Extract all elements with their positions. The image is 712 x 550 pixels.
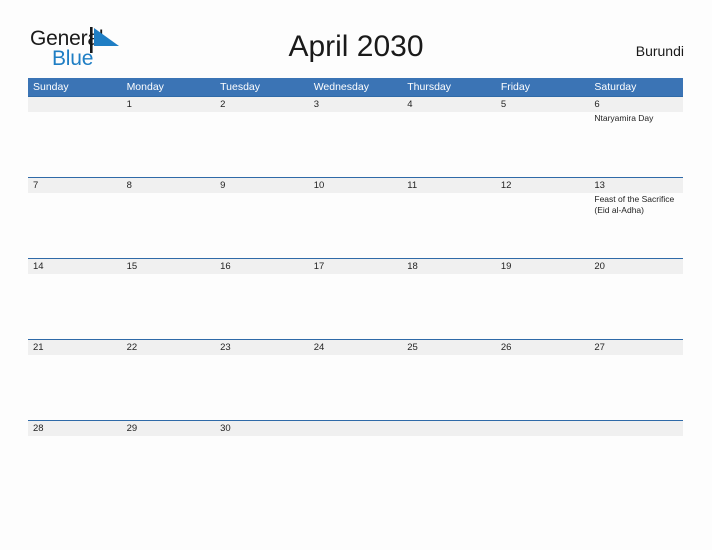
calendar-week-row: 14 15 16 17 18 19 20 <box>28 258 683 339</box>
holiday-event-label: Feast of the Sacrifice (Eid al-Adha) <box>594 194 675 215</box>
day-number: 1 <box>126 99 132 110</box>
day-number: 28 <box>33 423 44 434</box>
day-number <box>407 421 491 436</box>
calendar-day-cell[interactable]: 24 <box>309 340 403 355</box>
calendar-day-cell[interactable]: 27 <box>589 340 683 355</box>
calendar-day-cell[interactable]: 4 <box>402 97 496 124</box>
day-number: 13 <box>594 180 605 191</box>
day-number: 14 <box>33 261 44 272</box>
calendar-day-cell-empty <box>402 421 496 436</box>
calendar-week-row: 28 29 30 <box>28 420 683 501</box>
day-number: 9 <box>220 180 226 191</box>
calendar-day-cell[interactable]: 6 Ntaryamira Day <box>589 97 683 124</box>
calendar-day-cell[interactable]: 21 <box>28 340 122 355</box>
calendar-day-cell[interactable]: 30 <box>215 421 309 436</box>
calendar-day-cell-empty <box>28 97 122 124</box>
calendar-day-cell[interactable]: 19 <box>496 259 590 274</box>
day-number: 18 <box>407 261 418 272</box>
calendar-table: Sunday Monday Tuesday Wednesday Thursday Frid… <box>28 78 683 501</box>
page-title: April 2030 <box>288 30 424 63</box>
calendar-day-cell[interactable]: 7 <box>28 178 122 215</box>
weekday-header-saturday: Saturday <box>594 81 637 93</box>
day-number: 25 <box>407 342 418 353</box>
calendar-week-row: 21 22 23 24 25 26 27 <box>28 339 683 420</box>
day-number: 20 <box>594 261 605 272</box>
day-number: 15 <box>126 261 138 272</box>
day-number: 24 <box>313 342 325 353</box>
day-cell-strip: 7 8 9 10 11 12 13 Feast of the Sacrifice (Eid a… <box>28 178 683 215</box>
calendar-day-cell[interactable]: 29 <box>122 421 216 436</box>
calendar-day-cell-empty <box>309 421 403 436</box>
day-number: 4 <box>407 99 413 110</box>
day-cell-strip: 28 29 30 <box>28 421 683 436</box>
calendar-week-row: 7 8 9 10 11 12 13 Feast of the Sacrifice (Eid a… <box>28 177 683 258</box>
day-number: 8 <box>126 180 132 191</box>
weekday-header-tuesday: Tuesday <box>220 81 261 93</box>
day-cell-strip: 14 15 16 17 18 19 20 <box>28 259 683 274</box>
day-number: 10 <box>313 180 325 191</box>
day-cell-strip: 21 22 23 24 25 26 27 <box>28 340 683 355</box>
country-label: Burundi <box>635 43 684 59</box>
weekday-header-row: Sunday Monday Tuesday Wednesday Thursday Frid… <box>28 78 683 96</box>
calendar-day-cell[interactable]: 2 <box>215 97 309 124</box>
calendar-day-cell[interactable]: 10 <box>309 178 403 215</box>
day-number: 12 <box>500 180 512 191</box>
calendar-day-cell[interactable]: 16 <box>215 259 309 274</box>
calendar-day-cell[interactable]: 26 <box>496 340 590 355</box>
day-number: 26 <box>500 342 512 353</box>
day-number <box>594 421 678 436</box>
day-number <box>314 421 398 436</box>
weekday-header-wednesday: Wednesday <box>313 81 369 93</box>
calendar-day-cell[interactable]: 9 <box>215 178 309 215</box>
calendar-day-cell[interactable]: 20 <box>589 259 683 274</box>
day-number: 3 <box>313 99 319 110</box>
day-number: 22 <box>126 342 138 353</box>
day-number: 30 <box>220 423 231 434</box>
page-header: General Blue April 2030 Burundi <box>0 0 712 76</box>
day-number: 7 <box>33 180 39 191</box>
day-number: 23 <box>220 342 231 353</box>
calendar-week-row: 1 2 3 4 5 6 Ntaryamira Day <box>28 96 683 177</box>
calendar-day-cell[interactable]: 12 <box>496 178 590 215</box>
day-number: 2 <box>220 99 226 110</box>
calendar-day-cell[interactable]: 11 <box>402 178 496 215</box>
calendar-day-cell[interactable]: 28 <box>28 421 122 436</box>
weekday-header-monday: Monday <box>126 81 164 93</box>
calendar-day-cell[interactable]: 14 <box>28 259 122 274</box>
holiday-event-label: Ntaryamira Day <box>594 113 654 123</box>
day-number: 29 <box>126 423 138 434</box>
calendar-day-cell[interactable]: 1 <box>122 97 216 124</box>
calendar-day-cell[interactable]: 5 <box>496 97 590 124</box>
calendar-page: General Blue April 2030 Burundi Sunday Mo… <box>0 0 712 550</box>
calendar-day-cell[interactable]: 15 <box>122 259 216 274</box>
calendar-day-cell[interactable]: 23 <box>215 340 309 355</box>
calendar-day-cell[interactable]: 17 <box>309 259 403 274</box>
day-number: 17 <box>313 261 325 272</box>
calendar-day-cell[interactable]: 13 Feast of the Sacrifice (Eid al-Adha) <box>589 178 683 215</box>
day-number: 16 <box>220 261 231 272</box>
day-number: 6 <box>594 99 600 110</box>
calendar-day-cell[interactable]: 18 <box>402 259 496 274</box>
calendar-day-cell-empty <box>589 421 683 436</box>
weekday-header-friday: Friday <box>500 81 530 93</box>
day-number: 21 <box>33 342 44 353</box>
calendar-day-cell[interactable]: 25 <box>402 340 496 355</box>
calendar-day-cell-empty <box>496 421 590 436</box>
day-number: 27 <box>594 342 605 353</box>
day-number <box>501 421 585 436</box>
weekday-header-thursday: Thursday <box>407 81 452 93</box>
day-number: 19 <box>500 261 512 272</box>
day-cell-strip: 1 2 3 4 5 6 Ntaryamira Day <box>28 97 683 124</box>
calendar-day-cell[interactable]: 22 <box>122 340 216 355</box>
day-number: 11 <box>407 180 418 191</box>
calendar-day-cell[interactable]: 8 <box>122 178 216 215</box>
calendar-day-cell[interactable]: 3 <box>309 97 403 124</box>
day-number: 5 <box>500 99 507 110</box>
weekday-header-sunday: Sunday <box>33 81 69 93</box>
calendar-body: 1 2 3 4 5 6 Ntaryamira Day 7 8 9 10 11 12 13 Feast of … <box>28 96 683 501</box>
day-number <box>33 97 117 112</box>
